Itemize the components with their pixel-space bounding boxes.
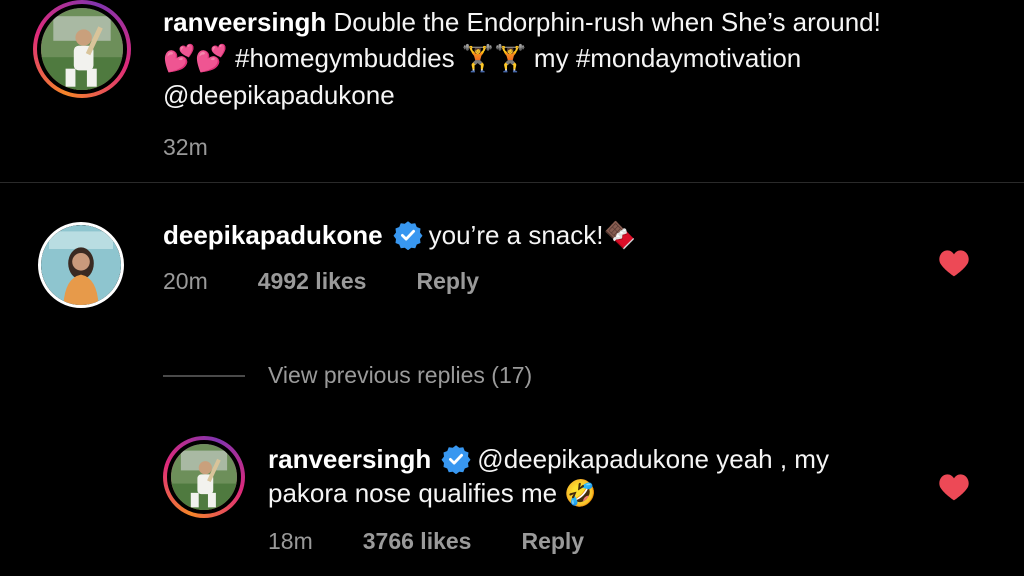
comments-screen: ranveersingh Double the Endorphin-rush w… xyxy=(0,0,1024,576)
comment-text: you’re a snack! xyxy=(428,220,604,250)
caption-mention[interactable]: @deepikapadukone xyxy=(163,80,395,110)
rofl-emoji: 🤣 xyxy=(564,479,597,509)
comment-likes[interactable]: 4992 likes xyxy=(258,268,367,295)
comment-reply-button[interactable]: Reply xyxy=(416,268,479,295)
post-username[interactable]: ranveersingh xyxy=(163,7,326,37)
woman-photo-icon xyxy=(41,225,121,305)
comment-like-heart-icon[interactable] xyxy=(938,248,970,278)
commenter-avatar[interactable] xyxy=(38,222,124,308)
reply-author-avatar[interactable] xyxy=(163,436,245,518)
caption-text: Double the Endorphin-rush when She’s aro… xyxy=(333,7,881,37)
comment-time: 20m xyxy=(163,268,208,294)
caption-divider xyxy=(0,182,1024,183)
two-hearts-emoji: 💕💕 xyxy=(163,44,228,74)
comment-body: deepikapadukone you’re a snack!🍫 xyxy=(163,218,636,253)
reply-likes[interactable]: 3766 likes xyxy=(363,528,472,555)
hashtag-homegymbuddies[interactable]: #homegymbuddies xyxy=(235,43,455,73)
reply-reply-button[interactable]: Reply xyxy=(521,528,584,555)
comment-meta: 20m 4992 likes Reply xyxy=(163,268,479,295)
view-previous-replies-button[interactable]: View previous replies (17) xyxy=(268,362,532,389)
comment-username[interactable]: deepikapadukone xyxy=(163,220,383,250)
reply-text-line2: pakora nose qualifies me xyxy=(268,478,558,508)
reply-mention[interactable]: @deepikapadukone xyxy=(477,444,709,474)
post-author-avatar[interactable] xyxy=(33,0,131,98)
cricketer-photo-icon xyxy=(171,444,237,510)
caption-mid-text: my xyxy=(533,43,569,73)
hashtag-mondaymotivation[interactable]: #mondaymotivation xyxy=(576,43,801,73)
chocolate-emoji: 🍫 xyxy=(603,221,636,251)
post-time: 32m xyxy=(163,134,208,160)
reply-time: 18m xyxy=(268,528,313,554)
reply-meta: 18m 3766 likes Reply xyxy=(268,528,584,555)
replies-indicator-line xyxy=(163,375,245,377)
reply-text-line1: yeah , my xyxy=(716,444,829,474)
verified-badge-icon xyxy=(441,445,471,474)
reply-body: ranveersingh @deepikapadukone yeah , my … xyxy=(268,442,908,511)
post-caption: ranveersingh Double the Endorphin-rush w… xyxy=(163,4,983,165)
reply-username[interactable]: ranveersingh xyxy=(268,444,431,474)
cricketer-photo-icon xyxy=(41,8,123,90)
reply-like-heart-icon[interactable] xyxy=(938,472,970,502)
weightlifter-emoji: 🏋🏋 xyxy=(461,44,527,74)
verified-badge-icon xyxy=(393,221,423,250)
